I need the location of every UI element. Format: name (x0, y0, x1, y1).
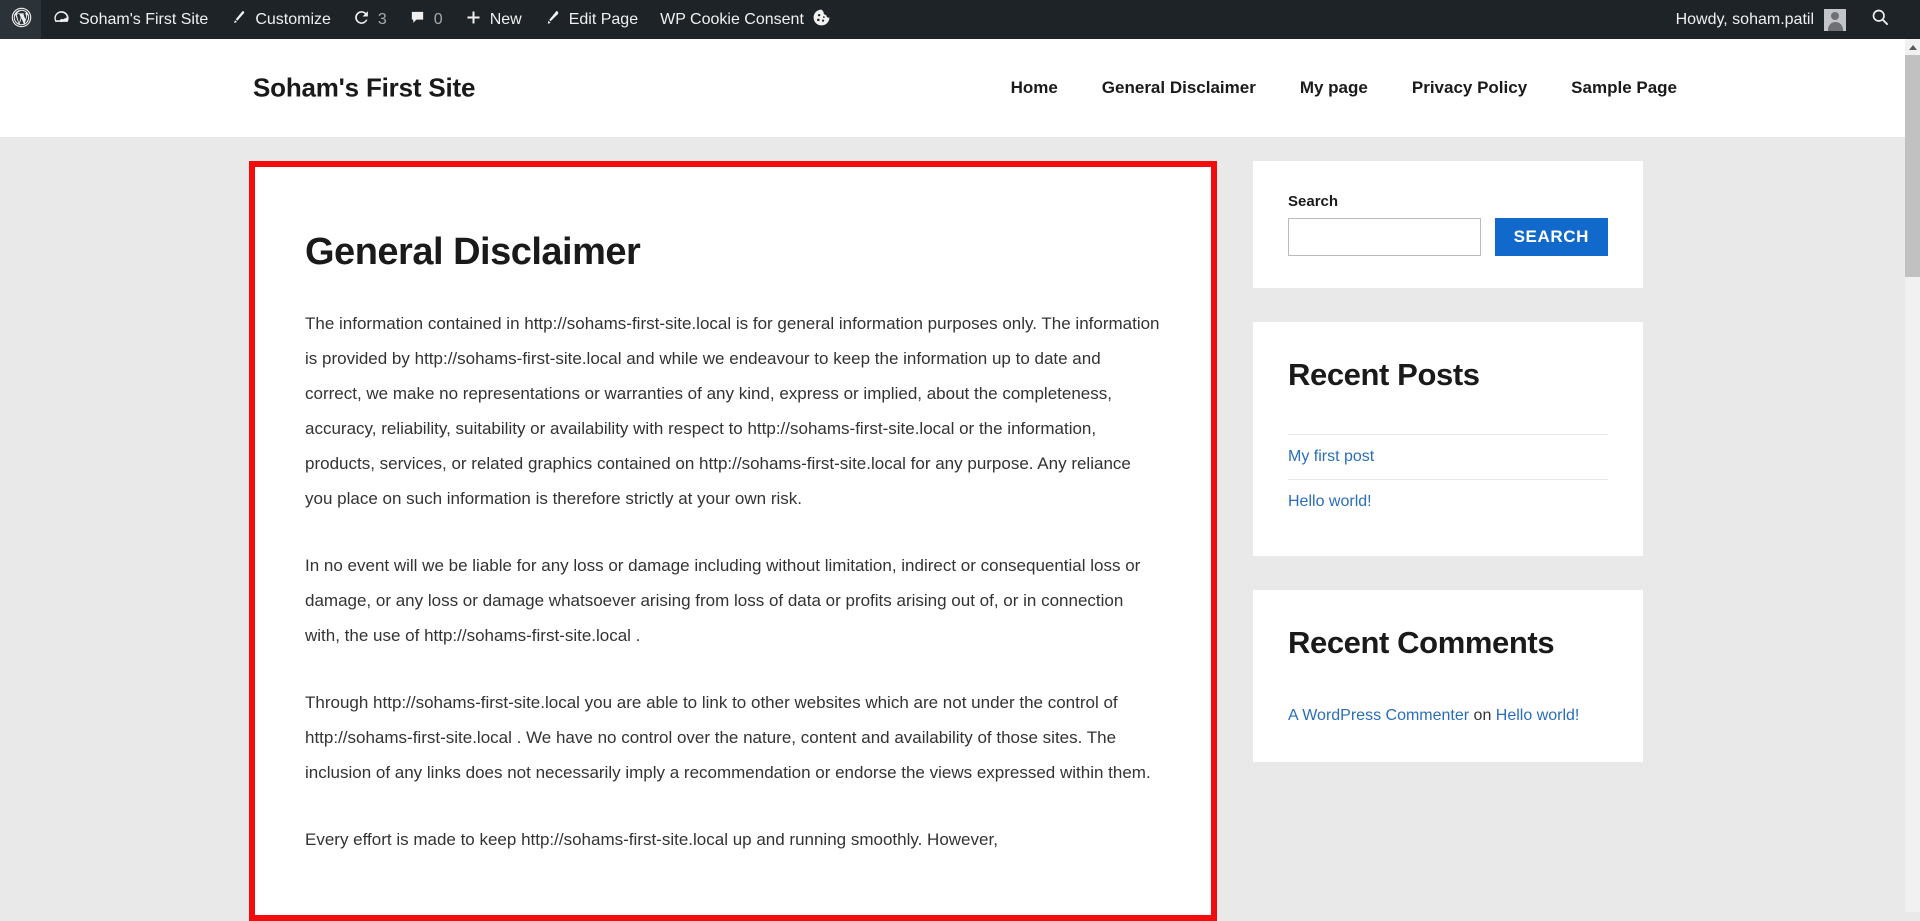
nav-item-privacy-policy[interactable]: Privacy Policy (1390, 72, 1549, 104)
article-paragraph-1: The information contained in http://soha… (305, 314, 1160, 508)
scroll-up-arrow-icon[interactable] (1905, 39, 1920, 55)
admin-bar-new[interactable]: New (454, 0, 533, 39)
recent-posts-list: My first post Hello world! (1288, 434, 1608, 524)
site-header: Soham's First Site Home General Disclaim… (0, 39, 1905, 137)
recent-post-link-my-first-post[interactable]: My first post (1288, 448, 1374, 465)
nav-item-sample-page[interactable]: Sample Page (1549, 72, 1699, 104)
recent-comments-title: Recent Comments (1288, 625, 1555, 660)
admin-bar-cookie-consent-label: WP Cookie Consent (660, 10, 804, 28)
howdy-label: Howdy, soham.patil (1675, 10, 1814, 28)
recent-posts-widget: Recent Posts My first post Hello world! (1253, 322, 1643, 556)
page-body: General Disclaimer The information conta… (0, 137, 1905, 921)
wordpress-logo-menu[interactable] (0, 0, 41, 39)
wp-admin-bar: Soham's First Site Customize 3 0 New Edi… (0, 0, 1920, 39)
search-icon (1870, 7, 1890, 32)
comment-author-link[interactable]: A WordPress Commenter (1288, 707, 1469, 724)
paintbrush-icon (230, 9, 247, 31)
page-scrollbar[interactable] (1905, 39, 1920, 912)
avatar (1824, 8, 1846, 31)
admin-bar-edit-page[interactable]: Edit Page (533, 0, 649, 39)
admin-bar-search-toggle[interactable] (1856, 7, 1904, 32)
plus-icon (465, 9, 482, 31)
article-paragraph-2: In no event will we be liable for any lo… (305, 556, 1141, 645)
cookie-icon (812, 8, 831, 32)
admin-bar-site-name[interactable]: Soham's First Site (41, 0, 219, 39)
nav-item-home[interactable]: Home (989, 72, 1080, 104)
admin-bar-customize[interactable]: Customize (219, 0, 342, 39)
admin-bar-updates[interactable]: 3 (342, 0, 398, 39)
pencil-icon (544, 9, 561, 31)
site-title[interactable]: Soham's First Site (253, 73, 475, 104)
main-content-article: General Disclaimer The information conta… (249, 161, 1217, 921)
article-paragraph-3: Through http://sohams-first-site.local y… (305, 693, 1151, 782)
search-widget: Search SEARCH (1253, 161, 1643, 288)
primary-navigation: Home General Disclaimer My page Privacy … (989, 72, 1699, 104)
admin-bar-my-account[interactable]: Howdy, soham.patil (1666, 8, 1856, 31)
admin-bar-new-label: New (489, 10, 522, 28)
recent-posts-title: Recent Posts (1288, 357, 1480, 392)
dashboard-gauge-icon (52, 8, 71, 32)
search-input[interactable] (1288, 218, 1481, 256)
admin-bar-customize-label: Customize (255, 10, 331, 28)
wordpress-logo-icon (11, 7, 32, 33)
scrollbar-thumb[interactable] (1905, 55, 1920, 277)
comment-bubble-icon (409, 9, 426, 31)
admin-bar-comments[interactable]: 0 (398, 0, 454, 39)
admin-bar-updates-count: 3 (377, 10, 387, 28)
sidebar: Search SEARCH Recent Posts My first post… (1253, 161, 1643, 796)
admin-bar-right-group: Howdy, soham.patil (1666, 7, 1920, 32)
recent-comments-widget: Recent Comments A WordPress Commenter on… (1253, 590, 1643, 762)
admin-bar-edit-page-label: Edit Page (568, 10, 639, 28)
list-item: A WordPress Commenter on Hello world! (1288, 702, 1608, 730)
nav-item-my-page[interactable]: My page (1278, 72, 1390, 104)
list-item: Hello world! (1288, 479, 1608, 524)
list-item: My first post (1288, 434, 1608, 479)
nav-item-general-disclaimer[interactable]: General Disclaimer (1080, 72, 1278, 104)
updates-refresh-icon (353, 9, 370, 31)
article-paragraph-4: Every effort is made to keep http://soha… (305, 830, 998, 849)
admin-bar-left-group: Soham's First Site Customize 3 0 New Edi… (0, 0, 842, 39)
recent-post-link-hello-world[interactable]: Hello world! (1288, 493, 1372, 510)
search-form: SEARCH (1288, 218, 1608, 256)
search-label: Search (1288, 193, 1339, 210)
admin-bar-cookie-consent[interactable]: WP Cookie Consent (649, 0, 842, 39)
page-title: General Disclaimer (305, 231, 641, 273)
admin-bar-site-name-label: Soham's First Site (79, 10, 209, 28)
comment-post-link[interactable]: Hello world! (1496, 707, 1580, 724)
admin-bar-comments-count: 0 (433, 10, 443, 28)
comment-on-text: on (1469, 707, 1496, 724)
search-submit-button[interactable]: SEARCH (1494, 218, 1608, 256)
